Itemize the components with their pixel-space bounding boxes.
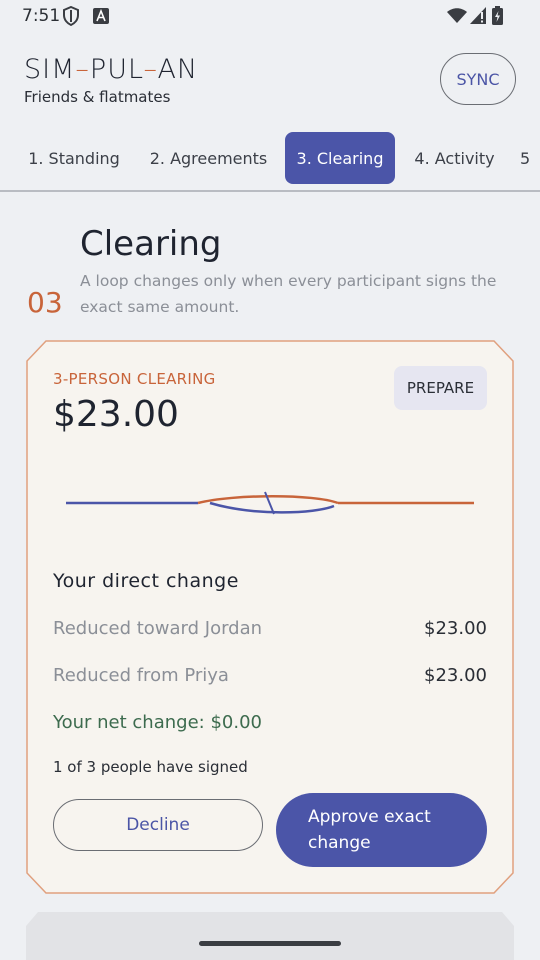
clearing-amount: $23.00: [53, 394, 179, 435]
brand-part: SIM: [24, 54, 76, 85]
prepare-button[interactable]: PREPARE: [394, 366, 487, 410]
section-description: A loop changes only when every participa…: [80, 272, 497, 316]
sync-button[interactable]: SYNC: [440, 53, 516, 105]
app-brand: SIM–PUL–AN: [24, 54, 199, 85]
shield-icon: [62, 5, 80, 31]
change-row-value: $23.00: [424, 665, 487, 686]
direct-change-title: Your direct change: [53, 570, 239, 592]
tab-agreements[interactable]: 2. Agreements: [145, 132, 272, 184]
battery-icon: [492, 6, 503, 30]
wifi-icon: [447, 8, 467, 29]
group-subtitle: Friends & flatmates: [24, 88, 171, 106]
home-indicator[interactable]: [199, 941, 341, 946]
text-app-icon: [93, 8, 109, 29]
status-bar: 7:51: [0, 0, 540, 32]
change-row-value: $23.00: [424, 618, 487, 639]
page-title: Clearing: [80, 224, 222, 264]
approve-exact-change-button[interactable]: Approve exact change: [276, 793, 487, 867]
signal-icon: [470, 7, 486, 29]
tab-standing[interactable]: 1. Standing: [20, 132, 128, 184]
next-card-peek: [26, 912, 514, 960]
tabs-divider: [0, 190, 540, 192]
section-tabs: 1. Standing 2. Agreements 3. Clearing 4.…: [0, 132, 540, 184]
decline-button[interactable]: Decline: [53, 799, 263, 851]
loop-diagram: [66, 491, 474, 515]
tab-activity[interactable]: 4. Activity: [408, 132, 501, 184]
signed-status: 1 of 3 people have signed: [53, 758, 248, 776]
change-row-label: Reduced from Priya: [53, 665, 229, 686]
tab-next[interactable]: 5: [520, 132, 540, 184]
net-change: Your net change: $0.00: [53, 712, 262, 733]
section-number: 03: [27, 286, 63, 319]
clearing-kicker: 3-PERSON CLEARING: [53, 370, 216, 388]
clearing-card: 3-PERSON CLEARING $23.00 PREPARE Your di…: [26, 340, 514, 894]
tab-clearing[interactable]: 3. Clearing: [285, 132, 395, 184]
brand-part: AN: [157, 54, 199, 85]
status-time: 7:51: [22, 6, 61, 26]
change-row-label: Reduced toward Jordan: [53, 618, 263, 639]
brand-part: PUL: [89, 54, 144, 85]
